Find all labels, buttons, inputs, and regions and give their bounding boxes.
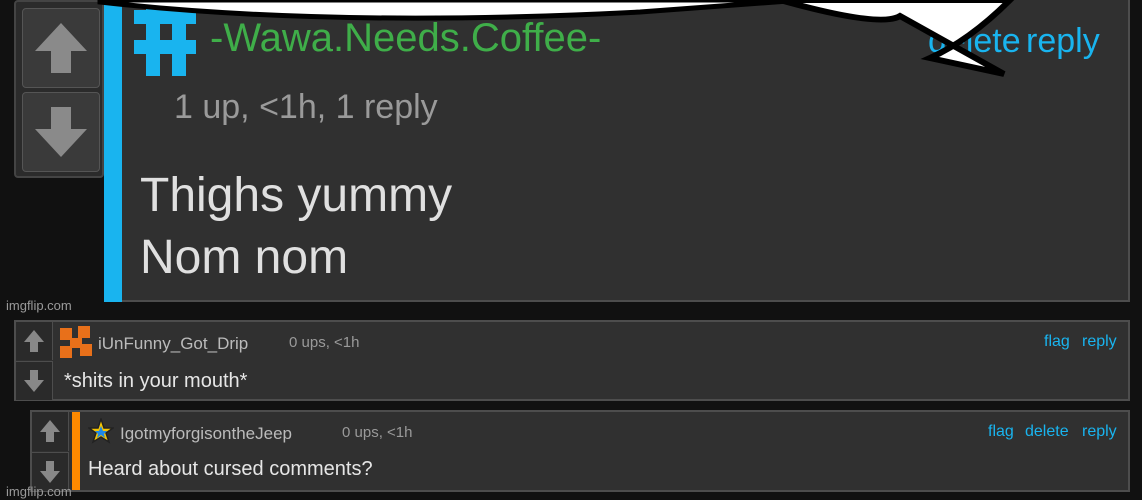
big-comment-accent-bar <box>104 0 122 302</box>
arrow-down-icon <box>35 107 87 157</box>
big-comment-text-line1: Thighs yummy <box>140 169 453 222</box>
comment-text: Heard about cursed comments? <box>88 458 373 480</box>
comment-row: iUnFunny_Got_Drip 0 ups, <1h flag reply … <box>14 320 1130 401</box>
big-reply-link[interactable]: reply <box>1026 22 1100 61</box>
big-comment-text-line2: Nom nom <box>140 231 349 284</box>
big-upvote-button[interactable] <box>22 8 100 88</box>
imgflip-watermark-bottom: imgflip.com <box>6 484 72 499</box>
arrow-up-icon <box>40 420 60 442</box>
comment-meta: 0 ups, <1h <box>289 334 360 351</box>
upvote-button[interactable] <box>16 322 53 360</box>
orange-pixel-avatar-icon <box>60 326 92 358</box>
delete-link[interactable]: delete <box>1025 423 1069 441</box>
big-downvote-button[interactable] <box>22 92 100 172</box>
comment-username[interactable]: iUnFunny_Got_Drip <box>98 334 248 354</box>
avatar <box>134 0 196 76</box>
big-delete-link[interactable]: delete <box>928 22 1021 61</box>
arrow-down-icon <box>24 370 44 392</box>
arrow-up-icon <box>35 23 87 73</box>
flag-link[interactable]: flag <box>1044 333 1070 351</box>
big-comment-meta: 1 up, <1h, 1 reply <box>174 88 438 126</box>
flag-link[interactable]: flag <box>988 423 1014 441</box>
arrow-up-icon <box>24 330 44 352</box>
imgflip-watermark: imgflip.com <box>6 298 72 313</box>
comment-text: *shits in your mouth* <box>64 370 248 392</box>
rainbow-star-avatar-icon <box>88 418 114 444</box>
comment-row: IgotmyforgisontheJeep 0 ups, <1h flag de… <box>30 410 1130 492</box>
reply-link[interactable]: reply <box>1082 333 1117 351</box>
big-comment-username[interactable]: -Wawa.Needs.Coffee- <box>210 16 601 61</box>
big-vote-panel <box>14 0 104 178</box>
comment-username[interactable]: IgotmyforgisontheJeep <box>120 424 292 444</box>
comment-meta: 0 ups, <1h <box>342 424 413 441</box>
comment-accent-bar <box>72 412 80 490</box>
reply-link[interactable]: reply <box>1082 423 1117 441</box>
upvote-button[interactable] <box>32 412 69 451</box>
downvote-button[interactable] <box>16 361 53 400</box>
